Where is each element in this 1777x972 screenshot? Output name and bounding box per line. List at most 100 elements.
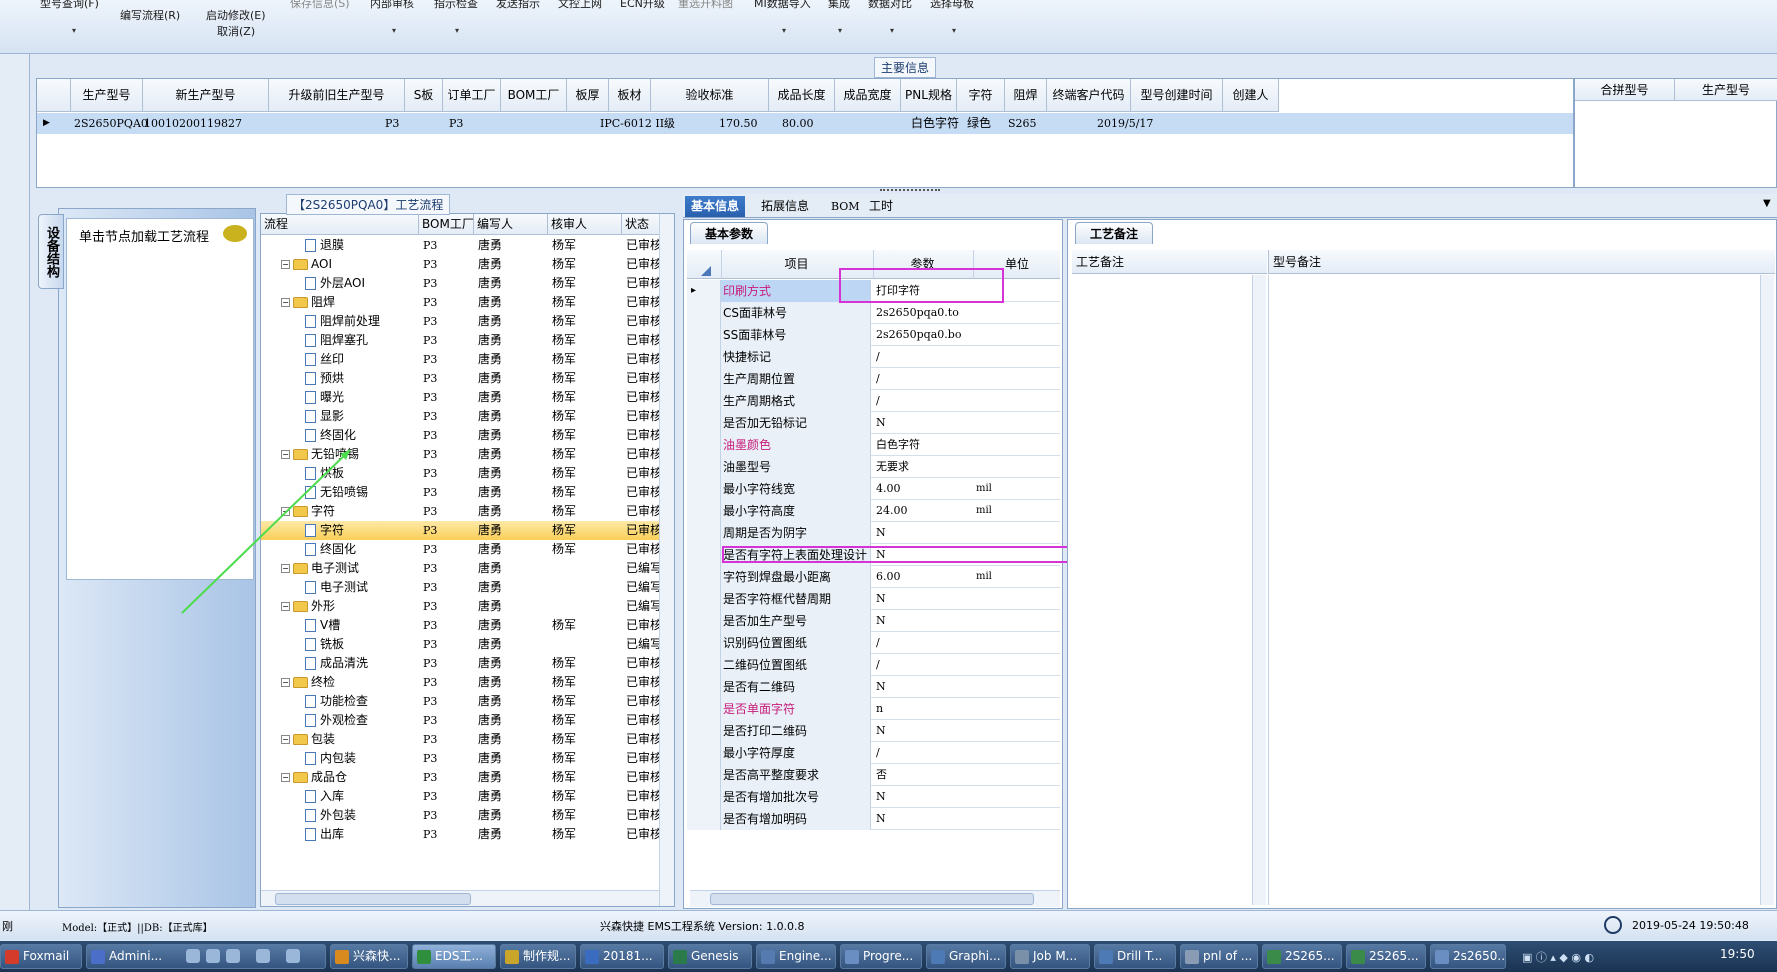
cell-order-factory[interactable]: P3 (385, 113, 399, 134)
param-value[interactable]: 2s2650pqa0.bo (873, 324, 971, 346)
param-value[interactable]: 6.00 (873, 566, 971, 588)
param-row[interactable]: ▸ 印刷方式 打印字符 (687, 280, 1060, 302)
tree-horizontal-scrollbar[interactable] (261, 890, 659, 906)
tree-col-header[interactable]: 流程 (261, 214, 419, 235)
quick-launch-icon[interactable] (226, 949, 240, 963)
start-modify-button[interactable]: 启动修改(E) (206, 8, 266, 24)
taskbar-item[interactable]: Graphi... (926, 944, 1006, 969)
param-value[interactable]: n (873, 698, 971, 720)
taskbar-item[interactable]: Drill T... (1094, 944, 1176, 969)
merge-col-header[interactable]: 合拼型号 (1575, 79, 1675, 101)
taskbar-item[interactable]: Genesis (668, 944, 752, 969)
cancel-button[interactable]: 取消(Z) (217, 24, 255, 40)
row-header[interactable] (687, 302, 721, 324)
taskbar-item[interactable]: Foxmail (0, 944, 82, 969)
table-row[interactable]: ▶ 2S2650PQA0 10010200119827 P3 P3 IPC-60… (37, 113, 1573, 134)
remark-scrollbar[interactable] (1252, 275, 1266, 905)
taskbar-item[interactable]: 2S265... (1262, 944, 1342, 969)
row-header[interactable] (687, 500, 721, 522)
param-row[interactable]: 油墨颜色 白色字符 (687, 434, 1060, 456)
row-header[interactable] (687, 478, 721, 500)
mi-import-button[interactable]: MI数据导入 (754, 0, 811, 12)
cell-solder[interactable]: 绿色 (967, 113, 991, 134)
param-row[interactable]: 识别码位置图纸 / (687, 632, 1060, 654)
param-row[interactable]: 是否有字符上表面处理设计 N (687, 544, 1060, 566)
column-header[interactable]: BOM工厂 (501, 79, 567, 112)
save-info-button[interactable]: 保存信息(S) (290, 0, 350, 12)
model-remark-header[interactable]: 型号备注 (1268, 250, 1775, 274)
param-value[interactable]: 4.00 (873, 478, 971, 500)
column-header[interactable]: 创建人 (1223, 79, 1279, 112)
param-value[interactable]: 无要求 (873, 456, 971, 478)
collapse-toggle-icon[interactable]: − (281, 773, 290, 782)
collapse-toggle-icon[interactable]: − (281, 298, 290, 307)
column-header[interactable]: 成品宽度 (835, 79, 901, 112)
param-value[interactable]: / (873, 368, 971, 390)
params-horizontal-scrollbar[interactable] (690, 890, 1060, 907)
write-flow-button[interactable]: 编写流程(R) (120, 8, 180, 24)
column-header[interactable]: 字符 (957, 79, 1005, 112)
tray-icons[interactable]: ▣ ⓘ ▴ ◆ ◉ ◐ (1522, 949, 1612, 964)
dropdown-arrow-icon[interactable]: ▾ (455, 26, 459, 35)
scrollbar-thumb[interactable] (275, 893, 471, 905)
reselect-material-button[interactable]: 重选开料图 (678, 0, 733, 12)
instruction-check-button[interactable]: 指示检查 (434, 0, 478, 12)
tab-bom[interactable]: BOM (825, 196, 866, 217)
param-value[interactable]: N (873, 610, 971, 632)
tree-row[interactable]: 丝印 P3 唐勇 杨军 已审核 (261, 350, 660, 369)
param-row[interactable]: 油墨型号 无要求 (687, 456, 1060, 478)
param-row[interactable]: 生产周期位置 / (687, 368, 1060, 390)
tree-row[interactable]: 曝光 P3 唐勇 杨军 已审核 (261, 388, 660, 407)
param-value[interactable]: N (873, 808, 971, 830)
taskbar-item[interactable]: 20181... (580, 944, 664, 969)
quick-launch-icon[interactable] (286, 949, 300, 963)
tree-row[interactable]: 阻焊前处理 P3 唐勇 杨军 已审核 (261, 312, 660, 331)
dropdown-arrow-icon[interactable]: ▾ (392, 26, 396, 35)
param-row[interactable]: 最小字符高度 24.00 mil (687, 500, 1060, 522)
taskbar-item[interactable]: 制作规... (500, 944, 576, 969)
taskbar-item[interactable]: Progre... (840, 944, 922, 969)
column-header[interactable]: 新生产型号 (143, 79, 269, 112)
tree-row[interactable]: − 终检 P3 唐勇 杨军 已审核 (261, 673, 660, 692)
param-row[interactable]: 是否有增加明码 N (687, 808, 1060, 830)
side-tab-device[interactable]: 设备结构 (38, 214, 64, 289)
row-header[interactable] (687, 786, 721, 808)
param-value[interactable]: 否 (873, 764, 971, 786)
row-header[interactable] (687, 566, 721, 588)
param-row[interactable]: SS面菲林号 2s2650pqa0.bo (687, 324, 1060, 346)
quick-launch-icon[interactable] (186, 949, 200, 963)
tree-vertical-scrollbar[interactable] (659, 214, 674, 906)
param-row[interactable]: 周期是否为阴字 N (687, 522, 1060, 544)
row-header[interactable] (687, 346, 721, 368)
param-row[interactable]: 是否有二维码 N (687, 676, 1060, 698)
row-header[interactable] (687, 522, 721, 544)
column-header[interactable]: 升级前旧生产型号 (269, 79, 405, 112)
column-header[interactable]: 型号创建时间 (1131, 79, 1223, 112)
param-value[interactable]: 2s2650pqa0.to (873, 302, 971, 324)
tree-row[interactable]: 外包装 P3 唐勇 杨军 已审核 (261, 806, 660, 825)
dropdown-arrow-icon[interactable]: ▾ (952, 26, 956, 35)
column-header[interactable]: 成品长度 (769, 79, 835, 112)
collapse-toggle-icon[interactable]: − (281, 260, 290, 269)
param-value[interactable]: 打印字符 (873, 280, 971, 302)
tab-basic-info[interactable]: 基本信息 (685, 196, 746, 217)
cell-model[interactable]: 2S2650PQA0 (74, 113, 148, 134)
dropdown-arrow-icon[interactable]: ▾ (838, 26, 842, 35)
param-row[interactable]: 是否加生产型号 N (687, 610, 1060, 632)
row-header[interactable] (687, 720, 721, 742)
param-value[interactable]: N (873, 588, 971, 610)
row-header[interactable] (687, 324, 721, 346)
param-value[interactable]: / (873, 390, 971, 412)
quick-launch-icon[interactable] (206, 949, 220, 963)
param-row[interactable]: 是否打印二维码 N (687, 720, 1060, 742)
column-header[interactable]: 订单工厂 (443, 79, 501, 112)
row-header[interactable] (687, 676, 721, 698)
column-header[interactable]: 阻焊 (1005, 79, 1047, 112)
tree-row[interactable]: − 阻焊 P3 唐勇 杨军 已审核 (261, 293, 660, 312)
taskbar-item[interactable]: EDS工... (412, 944, 496, 969)
tree-col-header[interactable]: 核审人 (548, 214, 622, 235)
param-row[interactable]: 是否高平整度要求否 (687, 764, 1060, 786)
collapse-toggle-icon[interactable]: − (281, 735, 290, 744)
tree-row[interactable]: 内包装 P3 唐勇 杨军 已审核 (261, 749, 660, 768)
scrollbar-thumb[interactable] (710, 893, 1034, 905)
